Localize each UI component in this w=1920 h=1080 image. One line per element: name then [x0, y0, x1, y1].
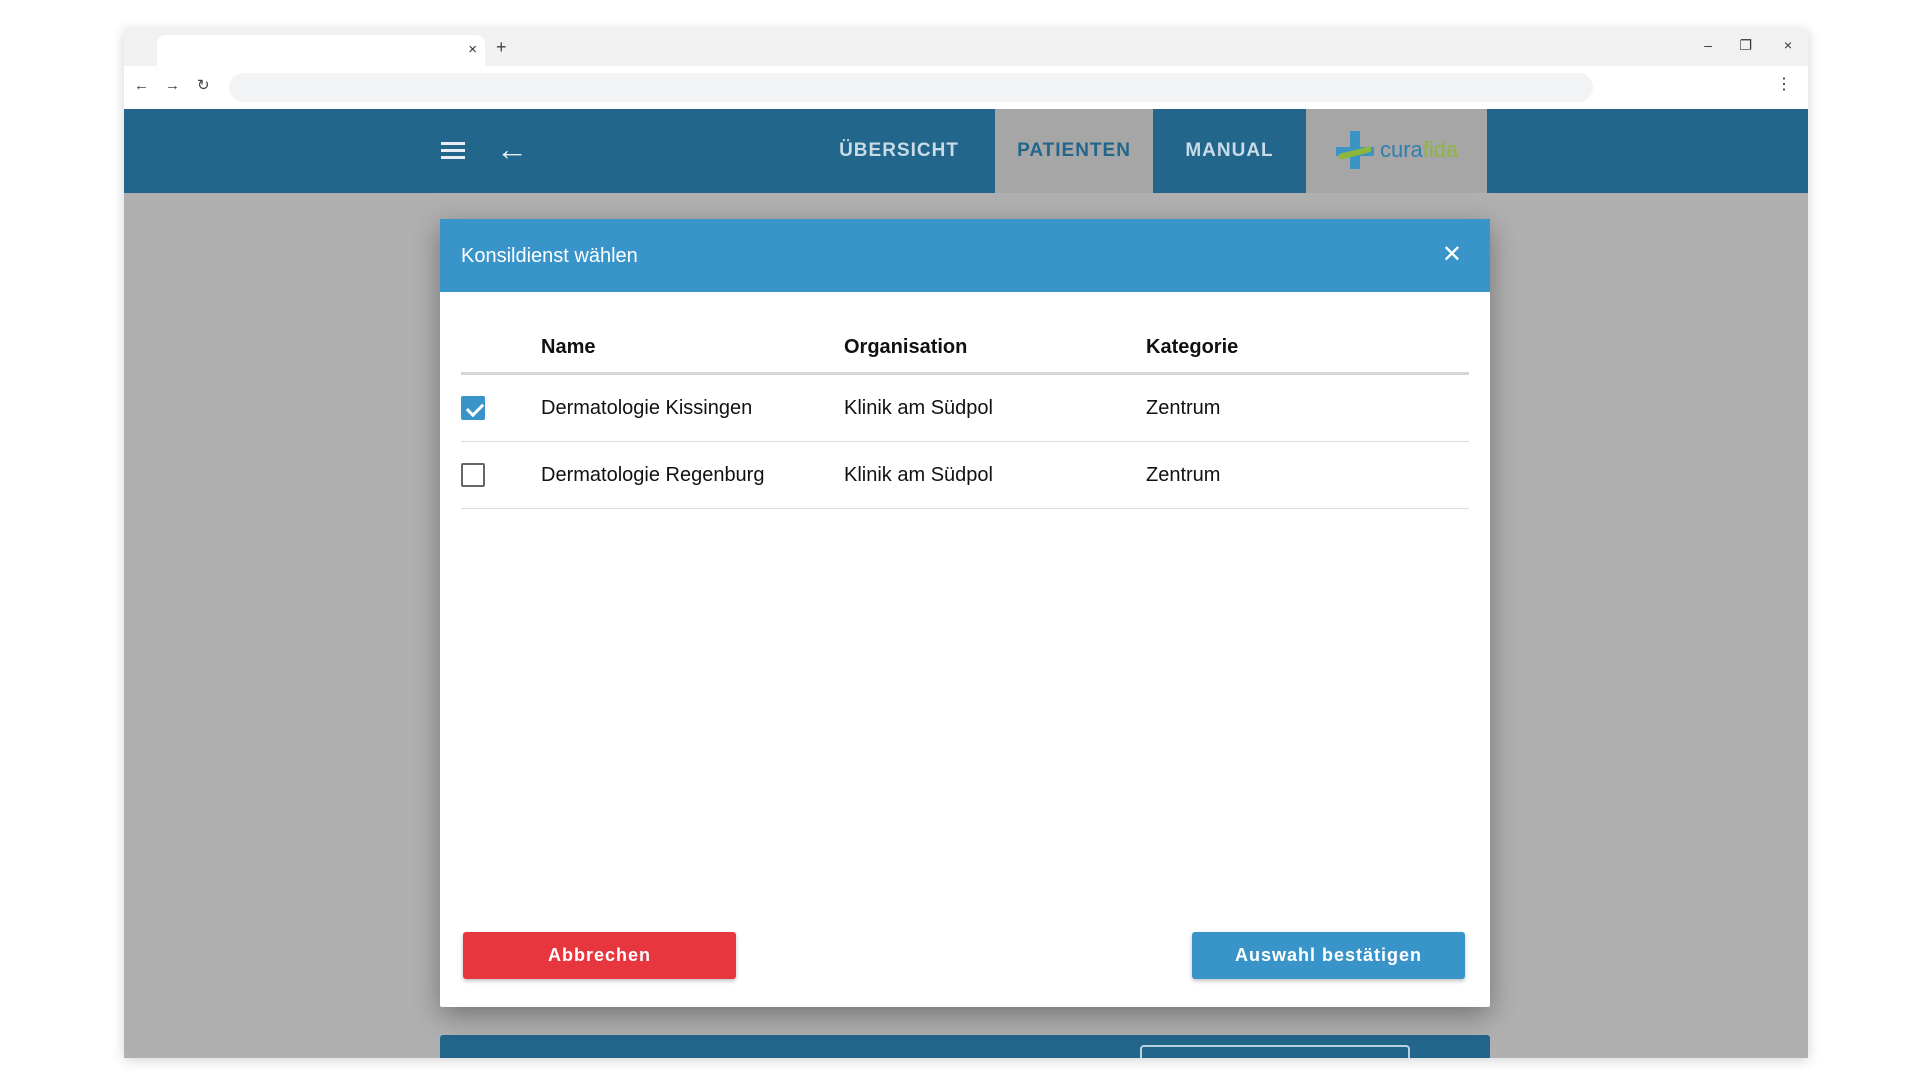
- browser-menu-icon[interactable]: ⋮: [1776, 75, 1792, 95]
- dialog-header: Konsildienst wählen ✕: [440, 219, 1490, 292]
- background-card-button: [1140, 1045, 1410, 1058]
- row-kategorie: Zentrum: [1146, 464, 1221, 486]
- app-bar: ← ÜBERSICHT PATIENTEN MANUAL curafida: [124, 109, 1808, 193]
- row-checkbox[interactable]: [461, 463, 485, 487]
- column-header-kategorie[interactable]: Kategorie: [1146, 335, 1238, 359]
- row-organisation: Klinik am Südpol: [844, 464, 993, 486]
- tab-patienten[interactable]: PATIENTEN: [995, 109, 1153, 193]
- konsildienst-dialog: Konsildienst wählen ✕ Name Organisation …: [440, 219, 1490, 1007]
- konsildienst-table: Name Organisation Kategorie Dermatologie…: [461, 319, 1469, 509]
- confirm-selection-button[interactable]: Auswahl bestätigen: [1192, 932, 1465, 979]
- new-tab-icon[interactable]: +: [496, 37, 507, 57]
- curafida-logo[interactable]: curafida: [1306, 109, 1487, 193]
- reload-icon[interactable]: ↻: [197, 76, 210, 96]
- tab-strip: × + – ❐ ×: [124, 29, 1808, 66]
- back-icon[interactable]: ←: [134, 76, 149, 96]
- page-viewport: ← ÜBERSICHT PATIENTEN MANUAL curafida Ko…: [124, 109, 1808, 1058]
- restore-icon[interactable]: ❐: [1739, 36, 1752, 54]
- browser-tab[interactable]: ×: [157, 35, 485, 66]
- app-back-icon[interactable]: ←: [496, 129, 528, 169]
- column-header-organisation[interactable]: Organisation: [844, 335, 967, 359]
- address-bar[interactable]: [229, 73, 1593, 102]
- browser-toolbar: ← → ↻ ⋮: [124, 66, 1808, 109]
- browser-window: × + – ❐ × ← → ↻ ⋮ ← ÜBERSICHT PATIENTEN …: [124, 29, 1808, 1058]
- column-header-name[interactable]: Name: [541, 335, 595, 359]
- row-kategorie: Zentrum: [1146, 397, 1221, 419]
- table-row[interactable]: Dermatologie Regenburg Klinik am Südpol …: [461, 442, 1469, 509]
- logo-cross-icon: [1336, 131, 1374, 169]
- row-name: Dermatologie Regenburg: [541, 464, 765, 486]
- forward-icon[interactable]: →: [165, 76, 180, 96]
- table-row[interactable]: Dermatologie Kissingen Klinik am Südpol …: [461, 375, 1469, 442]
- row-organisation: Klinik am Südpol: [844, 397, 993, 419]
- row-name: Dermatologie Kissingen: [541, 397, 753, 419]
- dialog-close-icon[interactable]: ✕: [1442, 241, 1462, 269]
- window-close-icon[interactable]: ×: [1784, 36, 1792, 54]
- row-checkbox-checked[interactable]: [461, 396, 485, 420]
- tab-uebersicht[interactable]: ÜBERSICHT: [824, 109, 974, 193]
- checkmark-icon: [465, 398, 485, 418]
- tab-manual[interactable]: MANUAL: [1153, 109, 1306, 193]
- minimize-icon[interactable]: –: [1704, 36, 1712, 54]
- tab-close-icon[interactable]: ×: [468, 41, 477, 59]
- table-header: Name Organisation Kategorie: [461, 319, 1469, 375]
- hamburger-menu-icon[interactable]: [441, 142, 465, 160]
- logo-text: curafida: [1380, 137, 1459, 162]
- cancel-button[interactable]: Abbrechen: [463, 932, 736, 979]
- dialog-title: Konsildienst wählen: [461, 245, 638, 267]
- background-card: [440, 1035, 1490, 1058]
